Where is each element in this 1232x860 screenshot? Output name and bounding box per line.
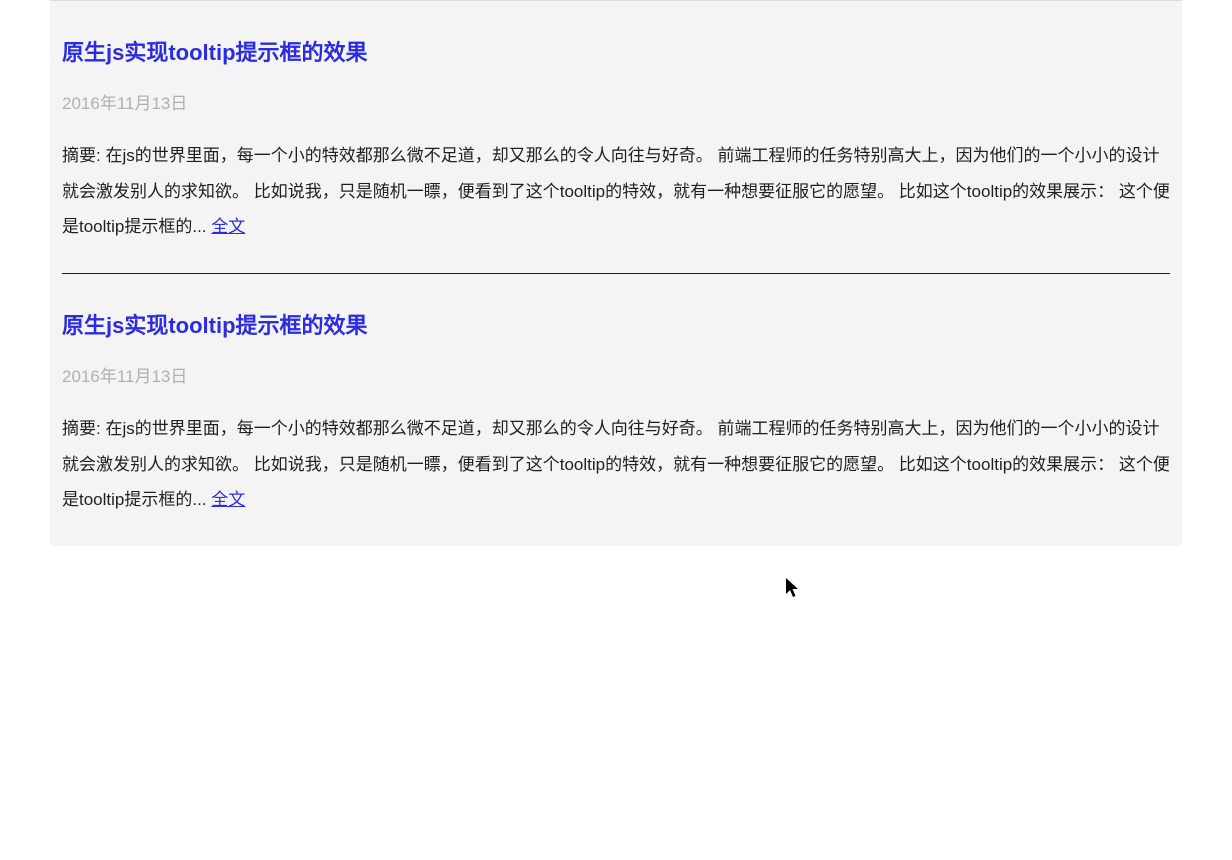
cursor-icon [786, 578, 802, 598]
article-item: 原生js实现tooltip提示框的效果 2016年11月13日 摘要: 在js的… [62, 274, 1170, 518]
article-date: 2016年11月13日 [62, 89, 1170, 114]
full-text-link[interactable]: 全文 [211, 490, 245, 509]
article-summary: 摘要: 在js的世界里面，每一个小的特效都那么微不足道，却又那么的令人向往与好奇… [62, 411, 1170, 518]
article-list-container: 原生js实现tooltip提示框的效果 2016年11月13日 摘要: 在js的… [50, 0, 1182, 546]
article-item: 原生js实现tooltip提示框的效果 2016年11月13日 摘要: 在js的… [62, 1, 1170, 245]
article-title-link[interactable]: 原生js实现tooltip提示框的效果 [62, 35, 1170, 67]
article-title-link[interactable]: 原生js实现tooltip提示框的效果 [62, 308, 1170, 340]
article-summary: 摘要: 在js的世界里面，每一个小的特效都那么微不足道，却又那么的令人向往与好奇… [62, 138, 1170, 245]
full-text-link[interactable]: 全文 [211, 217, 245, 236]
article-date: 2016年11月13日 [62, 362, 1170, 387]
